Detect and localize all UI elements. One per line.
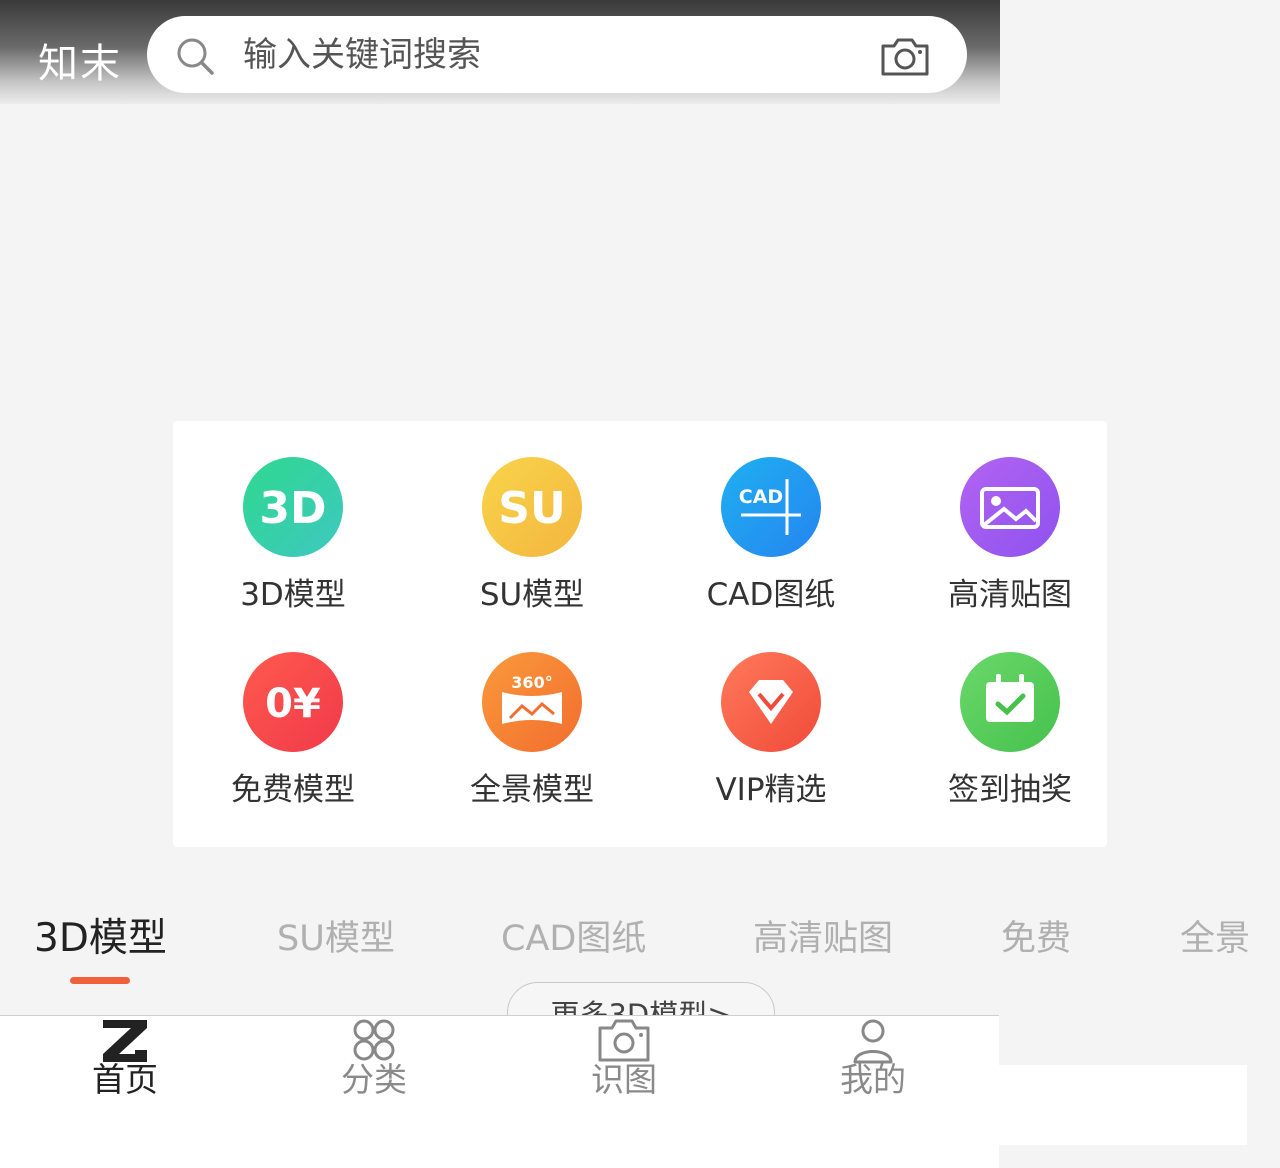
su-model-icon: SU	[482, 457, 582, 557]
nav-category[interactable]: 分类	[294, 1016, 454, 1112]
camera-search-icon[interactable]	[879, 36, 931, 78]
free-model-icon: 0¥	[243, 652, 343, 752]
category-hd-texture[interactable]: 高清贴图	[890, 457, 1130, 637]
su-icon-badge: SU	[498, 483, 565, 534]
tab-3d-model[interactable]: 3D模型	[34, 914, 167, 964]
3d-model-icon: 3D	[243, 457, 343, 557]
category-label: CAD图纸	[706, 577, 836, 613]
nav-label: 我的	[840, 1060, 906, 1099]
category-label: 3D模型	[240, 577, 346, 613]
search-icon	[177, 38, 214, 75]
top-bar: 知末 输入关键词搜索	[0, 0, 1000, 104]
panorama-icon: 360°	[482, 652, 582, 752]
nav-label: 识图	[591, 1060, 657, 1099]
nav-profile[interactable]: 我的	[793, 1016, 953, 1112]
vip-diamond-icon	[721, 652, 821, 752]
image-texture-icon	[960, 457, 1060, 557]
cad-drawing-icon: CAD	[721, 457, 821, 557]
tab-panorama[interactable]: 全景	[1180, 914, 1250, 964]
search-input[interactable]: 输入关键词搜索	[243, 30, 481, 80]
search-bar[interactable]: 输入关键词搜索	[147, 16, 967, 93]
nav-home[interactable]: 首页	[45, 1016, 205, 1112]
category-label: 全景模型	[470, 772, 594, 808]
category-vip-selection[interactable]: VIP精选	[651, 652, 891, 832]
app-logo[interactable]: 知末	[38, 36, 122, 92]
background-patch	[999, 1065, 1247, 1145]
cad-icon-badge: CAD	[739, 486, 783, 508]
category-cad-drawing[interactable]: CAD CAD图纸	[651, 457, 891, 637]
tab-free[interactable]: 免费	[1001, 914, 1071, 964]
nav-label: 首页	[92, 1060, 158, 1099]
nav-image-recognition[interactable]: 识图	[544, 1016, 704, 1112]
category-panorama[interactable]: 360° 全景模型	[412, 652, 652, 832]
tab-su-model[interactable]: SU模型	[277, 914, 395, 964]
category-label: 高清贴图	[948, 577, 1072, 613]
category-label: 免费模型	[231, 772, 355, 808]
category-checkin-lottery[interactable]: 签到抽奖	[890, 652, 1130, 832]
bottom-nav: 首页 分类 识图 我的	[0, 1015, 999, 1168]
nav-label: 分类	[341, 1060, 407, 1099]
category-label: 签到抽奖	[948, 772, 1072, 808]
panorama-icon-badge: 360°	[511, 673, 552, 692]
tab-hd-texture[interactable]: 高清贴图	[753, 914, 893, 964]
3d-icon-badge: 3D	[259, 483, 326, 534]
content-tabs: 3D模型 SU模型 CAD图纸 高清贴图 免费 全景	[0, 900, 1280, 990]
category-su-model[interactable]: SU SU模型	[412, 457, 652, 637]
free-icon-badge: 0¥	[265, 681, 321, 727]
category-free-model[interactable]: 0¥ 免费模型	[173, 652, 413, 832]
tab-cad-drawing[interactable]: CAD图纸	[501, 914, 646, 964]
category-grid: 3D 3D模型 SU SU模型 CAD CAD图纸 高清贴图 0¥ 免费模型 3…	[173, 421, 1107, 847]
category-label: VIP精选	[715, 772, 827, 808]
checkin-calendar-icon	[960, 652, 1060, 752]
category-3d-model[interactable]: 3D 3D模型	[173, 457, 413, 637]
active-tab-indicator	[70, 977, 130, 984]
category-label: SU模型	[479, 577, 585, 613]
